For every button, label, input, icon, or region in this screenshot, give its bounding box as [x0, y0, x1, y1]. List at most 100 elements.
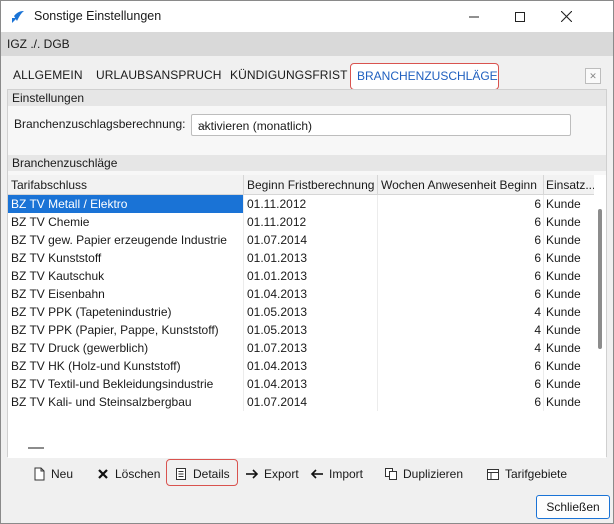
cell-einsatz: Kunde [546, 197, 581, 211]
cell-divider [377, 303, 378, 321]
duplicate-button-label: Duplizieren [403, 467, 464, 481]
close-window-button[interactable] [543, 1, 589, 32]
horizontal-scrollbar-thumb[interactable] [28, 447, 44, 449]
column-header-einsatz[interactable]: Einsatz... [546, 178, 594, 192]
table-row[interactable]: BZ TV Kunststoff 01.01.2013 6 Kunde [8, 249, 594, 267]
table-row[interactable]: BZ TV Metall / Elektro 01.11.2012 6 Kund… [8, 195, 594, 213]
maximize-icon [515, 11, 525, 22]
table-row[interactable]: BZ TV Chemie 01.11.2012 6 Kunde [8, 213, 594, 231]
delete-button[interactable]: Löschen [96, 464, 160, 484]
tab-kuendigungsfrist[interactable]: KÜNDIGUNGSFRIST [230, 68, 348, 82]
cell-divider [377, 285, 378, 303]
details-button[interactable]: Details [174, 464, 230, 484]
cell-tarifabschluss: BZ TV PPK (Papier, Pappe, Kunststoff) [11, 323, 219, 337]
cell-divider [243, 195, 244, 213]
cell-divider [243, 285, 244, 303]
cell-tarifabschluss: BZ TV gew. Papier erzeugende Industrie [11, 233, 227, 247]
window-title: Sonstige Einstellungen [34, 9, 162, 23]
cell-tarifabschluss: BZ TV Kali- und Steinsalzbergbau [11, 395, 192, 409]
cell-tarifabschluss: BZ TV Druck (gewerblich) [11, 341, 149, 355]
cell-tarifabschluss: BZ TV Eisenbahn [11, 287, 105, 301]
cell-wochen: 6 [534, 197, 541, 211]
cell-tarifabschluss: BZ TV Chemie [11, 215, 90, 229]
cell-einsatz: Kunde [546, 251, 581, 265]
maximize-button[interactable] [497, 1, 543, 32]
cell-wochen: 6 [534, 233, 541, 247]
cell-wochen: 4 [534, 323, 541, 337]
tariff-areas-button[interactable]: Tarifgebiete [486, 464, 567, 484]
cell-divider [377, 195, 378, 213]
title-bar: Sonstige Einstellungen [1, 1, 613, 32]
minimize-button[interactable] [451, 1, 497, 32]
vertical-scrollbar[interactable] [595, 195, 606, 450]
scrollbar-thumb[interactable] [598, 209, 602, 349]
column-header-tarifabschluss[interactable]: Tarifabschluss [11, 178, 241, 192]
tab-urlaubsanspruch[interactable]: URLAUBSANSPRUCH [96, 68, 222, 82]
tab-bar: ALLGEMEIN URLAUBSANSPRUCH KÜNDIGUNGSFRIS… [1, 63, 613, 90]
cell-divider [543, 285, 544, 303]
cell-beginn: 01.04.2013 [247, 287, 308, 301]
cell-tarifabschluss: BZ TV PPK (Tapetenindustrie) [11, 305, 172, 319]
cell-einsatz: Kunde [546, 395, 581, 409]
table-row[interactable]: BZ TV HK (Holz-und Kunststoff) 01.04.201… [8, 357, 594, 375]
column-divider[interactable] [377, 175, 378, 195]
calculation-select[interactable]: aktivieren (monatlich) ⌵ [191, 114, 571, 136]
delete-button-label: Löschen [115, 467, 161, 481]
cell-einsatz: Kunde [546, 341, 581, 355]
new-button-label: Neu [51, 467, 74, 481]
cell-beginn: 01.01.2013 [247, 251, 308, 265]
cell-divider [543, 339, 544, 357]
table-row[interactable]: BZ TV Druck (gewerblich) 01.07.2013 4 Ku… [8, 339, 594, 357]
arrow-left-icon [310, 469, 323, 479]
cell-wochen: 6 [534, 269, 541, 283]
cell-beginn: 01.07.2014 [247, 395, 308, 409]
cell-divider [543, 249, 544, 267]
cell-divider [543, 195, 544, 213]
cell-divider [243, 231, 244, 249]
table-row[interactable]: BZ TV Eisenbahn 01.04.2013 6 Kunde [8, 285, 594, 303]
close-icon [560, 11, 572, 22]
column-divider[interactable] [543, 175, 544, 195]
table-row[interactable]: BZ TV Kautschuk 01.01.2013 6 Kunde [8, 267, 594, 285]
table-body: BZ TV Metall / Elektro 01.11.2012 6 Kund… [8, 195, 594, 411]
duplicate-icon [385, 468, 397, 480]
details-list-icon [176, 468, 186, 480]
export-button-label: Export [264, 467, 299, 481]
cell-einsatz: Kunde [546, 215, 581, 229]
duplicate-button[interactable]: Duplizieren [384, 464, 463, 484]
cell-tarifabschluss: BZ TV HK (Holz-und Kunststoff) [11, 359, 181, 373]
new-button[interactable]: Neu [32, 464, 73, 484]
agreement-header: IGZ ./. DGB [1, 32, 613, 56]
cell-divider [377, 321, 378, 339]
tab-branchenzuschlaege[interactable]: BRANCHENZUSCHLÄGE [350, 63, 499, 90]
import-button[interactable]: Import [310, 464, 363, 484]
table-row[interactable]: BZ TV Kali- und Steinsalzbergbau 01.07.2… [8, 393, 594, 411]
table-row[interactable]: BZ TV PPK (Tapetenindustrie) 01.05.2013 … [8, 303, 594, 321]
agreement-name: IGZ ./. DGB [7, 37, 70, 51]
settings-section-header: Einstellungen [8, 90, 606, 106]
cell-divider [543, 321, 544, 339]
minimize-icon [469, 16, 479, 17]
table-header: Tarifabschluss Beginn Fristberechnung Wo… [8, 175, 594, 195]
column-divider[interactable] [243, 175, 244, 195]
tab-close-button[interactable]: ✕ [585, 68, 601, 84]
details-button-label: Details [193, 467, 230, 481]
column-header-beginn[interactable]: Beginn Fristberechnung [247, 178, 377, 192]
export-button[interactable]: Export [245, 464, 299, 484]
table-row[interactable]: BZ TV PPK (Papier, Pappe, Kunststoff) 01… [8, 321, 594, 339]
table-row[interactable]: BZ TV Textil-und Bekleidungsindustrie 01… [8, 375, 594, 393]
table-row[interactable]: BZ TV gew. Papier erzeugende Industrie 0… [8, 231, 594, 249]
cell-wochen: 4 [534, 305, 541, 319]
app-logo-icon [12, 11, 24, 23]
cell-divider [377, 231, 378, 249]
cell-tarifabschluss: BZ TV Textil-und Bekleidungsindustrie [11, 377, 214, 391]
cell-beginn: 01.04.2013 [247, 377, 308, 391]
cell-einsatz: Kunde [546, 377, 581, 391]
cell-einsatz: Kunde [546, 233, 581, 247]
arrow-right-icon [246, 469, 259, 479]
cell-beginn: 01.07.2014 [247, 233, 308, 247]
tab-allgemein[interactable]: ALLGEMEIN [13, 68, 83, 82]
tab-branchenzuschlaege-label: BRANCHENZUSCHLÄGE [357, 69, 498, 83]
column-header-wochen[interactable]: Wochen Anwesenheit Beginn [381, 178, 541, 192]
close-button[interactable]: Schließen [536, 495, 610, 519]
